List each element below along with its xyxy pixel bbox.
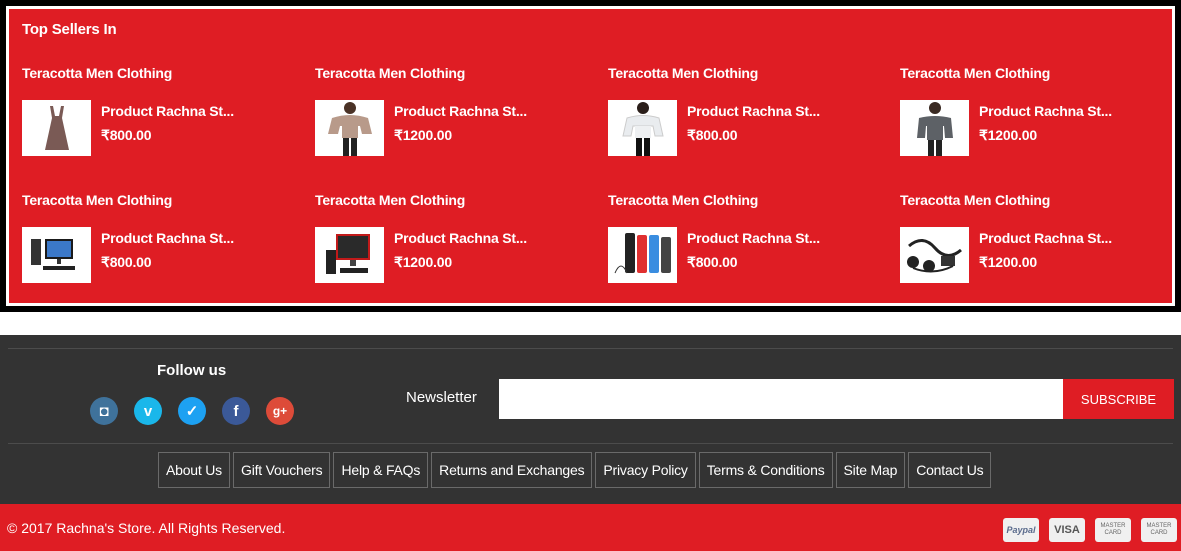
blouse-model-image[interactable] <box>315 100 384 156</box>
product-info: Product Rachna St... ₹800.00 <box>687 100 820 156</box>
vimeo-icon[interactable]: v <box>134 397 162 425</box>
product-name[interactable]: Product Rachna St... <box>394 230 527 246</box>
earphones-image[interactable] <box>900 227 969 283</box>
footer-link-help-faqs[interactable]: Help & FAQs <box>333 452 429 488</box>
footer-links: About Us Gift Vouchers Help & FAQs Returns … <box>158 452 994 488</box>
instagram-icon[interactable]: ◘ <box>90 397 118 425</box>
mobile-phones-image[interactable] <box>608 227 677 283</box>
product-card[interactable]: Product Rachna St... ₹1200.00 <box>900 227 1112 283</box>
newsletter-email-input[interactable] <box>499 379 1063 419</box>
twitter-icon[interactable]: ✓ <box>178 397 206 425</box>
top-seller-item[interactable]: Teracotta Men Clothing Product Rachna St.… <box>22 65 312 175</box>
product-info: Product Rachna St... ₹1200.00 <box>394 227 527 283</box>
top-seller-item[interactable]: Teracotta Men Clothing Product Rachna St.… <box>608 192 898 302</box>
product-info: Product Rachna St... ₹800.00 <box>101 100 234 156</box>
product-price: ₹800.00 <box>687 127 738 143</box>
product-card[interactable]: Product Rachna St... ₹800.00 <box>22 227 234 283</box>
seller-category-link[interactable]: Teracotta Men Clothing <box>900 65 1181 81</box>
footer-link-contact-us[interactable]: Contact Us <box>908 452 992 488</box>
seller-category-link[interactable]: Teracotta Men Clothing <box>608 65 898 81</box>
product-price: ₹800.00 <box>687 254 738 270</box>
product-card[interactable]: Product Rachna St... ₹800.00 <box>608 227 820 283</box>
seller-category-link[interactable]: Teracotta Men Clothing <box>315 65 605 81</box>
product-name[interactable]: Product Rachna St... <box>979 103 1112 119</box>
copyright-text: © 2017 Rachna's Store. All Rights Reserv… <box>7 520 286 536</box>
product-info: Product Rachna St... ₹1200.00 <box>979 100 1112 156</box>
seller-category-link[interactable]: Teracotta Men Clothing <box>608 192 898 208</box>
top-seller-item[interactable]: Teracotta Men Clothing Product Rachna St.… <box>900 192 1181 302</box>
product-price: ₹1200.00 <box>394 254 452 270</box>
paypal-icon: Paypal <box>1003 518 1039 542</box>
newsletter-label: Newsletter <box>406 389 477 406</box>
product-card[interactable]: Product Rachna St... ₹800.00 <box>22 100 234 156</box>
product-name[interactable]: Product Rachna St... <box>687 103 820 119</box>
white-top-model-image[interactable] <box>608 100 677 156</box>
seller-category-link[interactable]: Teracotta Men Clothing <box>900 192 1181 208</box>
footer-divider-top <box>8 348 1173 349</box>
facebook-icon[interactable]: f <box>222 397 250 425</box>
red-computer-image[interactable] <box>315 227 384 283</box>
product-info: Product Rachna St... ₹1200.00 <box>394 100 527 156</box>
product-price: ₹1200.00 <box>979 254 1037 270</box>
mastercard-icon-2: MASTER CARD <box>1141 518 1177 542</box>
footer-link-privacy-policy[interactable]: Privacy Policy <box>595 452 696 488</box>
product-info: Product Rachna St... ₹800.00 <box>101 227 234 283</box>
product-name[interactable]: Product Rachna St... <box>101 230 234 246</box>
top-seller-item[interactable]: Teracotta Men Clothing Product Rachna St.… <box>22 192 312 302</box>
top-sellers-title: Top Sellers In <box>22 21 117 38</box>
footer-link-about-us[interactable]: About Us <box>158 452 230 488</box>
desktop-computer-image[interactable] <box>22 227 91 283</box>
product-price: ₹800.00 <box>101 127 152 143</box>
top-seller-item[interactable]: Teracotta Men Clothing Product Rachna St.… <box>315 65 605 175</box>
google-plus-icon[interactable]: g+ <box>266 397 294 425</box>
top-sellers-panel: Top Sellers In Teracotta Men Clothing Pro… <box>6 6 1175 306</box>
top-sellers-section: Top Sellers In Teracotta Men Clothing Pro… <box>0 0 1181 312</box>
top-seller-item[interactable]: Teracotta Men Clothing Product Rachna St.… <box>315 192 605 302</box>
top-dress-image[interactable] <box>22 100 91 156</box>
subscribe-button[interactable]: SUBSCRIBE <box>1063 379 1174 419</box>
product-info: Product Rachna St... ₹800.00 <box>687 227 820 283</box>
product-card[interactable]: Product Rachna St... ₹1200.00 <box>900 100 1112 156</box>
product-name[interactable]: Product Rachna St... <box>979 230 1112 246</box>
product-card[interactable]: Product Rachna St... ₹800.00 <box>608 100 820 156</box>
product-name[interactable]: Product Rachna St... <box>687 230 820 246</box>
footer-divider-middle <box>8 443 1173 444</box>
footer-link-site-map[interactable]: Site Map <box>835 452 906 488</box>
top-seller-item[interactable]: Teracotta Men Clothing Product Rachna St.… <box>900 65 1181 175</box>
bottom-bar: © 2017 Rachna's Store. All Rights Reserv… <box>0 504 1181 551</box>
footer: Follow us ◘ v ✓ f g+ Newsletter SUBSCRIBE Ab… <box>0 335 1181 504</box>
footer-link-terms-conditions[interactable]: Terms & Conditions <box>698 452 833 488</box>
product-info: Product Rachna St... ₹1200.00 <box>979 227 1112 283</box>
top-seller-item[interactable]: Teracotta Men Clothing Product Rachna St.… <box>608 65 898 175</box>
product-price: ₹1200.00 <box>979 127 1037 143</box>
product-name[interactable]: Product Rachna St... <box>394 103 527 119</box>
visa-icon: VISA <box>1049 518 1085 542</box>
seller-category-link[interactable]: Teracotta Men Clothing <box>22 192 312 208</box>
seller-category-link[interactable]: Teracotta Men Clothing <box>315 192 605 208</box>
product-price: ₹1200.00 <box>394 127 452 143</box>
mastercard-icon: MASTER CARD <box>1095 518 1131 542</box>
product-price: ₹800.00 <box>101 254 152 270</box>
follow-us-title: Follow us <box>157 362 227 379</box>
product-card[interactable]: Product Rachna St... ₹1200.00 <box>315 227 527 283</box>
grey-sweater-model-image[interactable] <box>900 100 969 156</box>
product-card[interactable]: Product Rachna St... ₹1200.00 <box>315 100 527 156</box>
footer-link-returns-and-exchanges[interactable]: Returns and Exchanges <box>431 452 593 488</box>
seller-category-link[interactable]: Teracotta Men Clothing <box>22 65 312 81</box>
footer-link-gift-vouchers[interactable]: Gift Vouchers <box>233 452 331 488</box>
product-name[interactable]: Product Rachna St... <box>101 103 234 119</box>
